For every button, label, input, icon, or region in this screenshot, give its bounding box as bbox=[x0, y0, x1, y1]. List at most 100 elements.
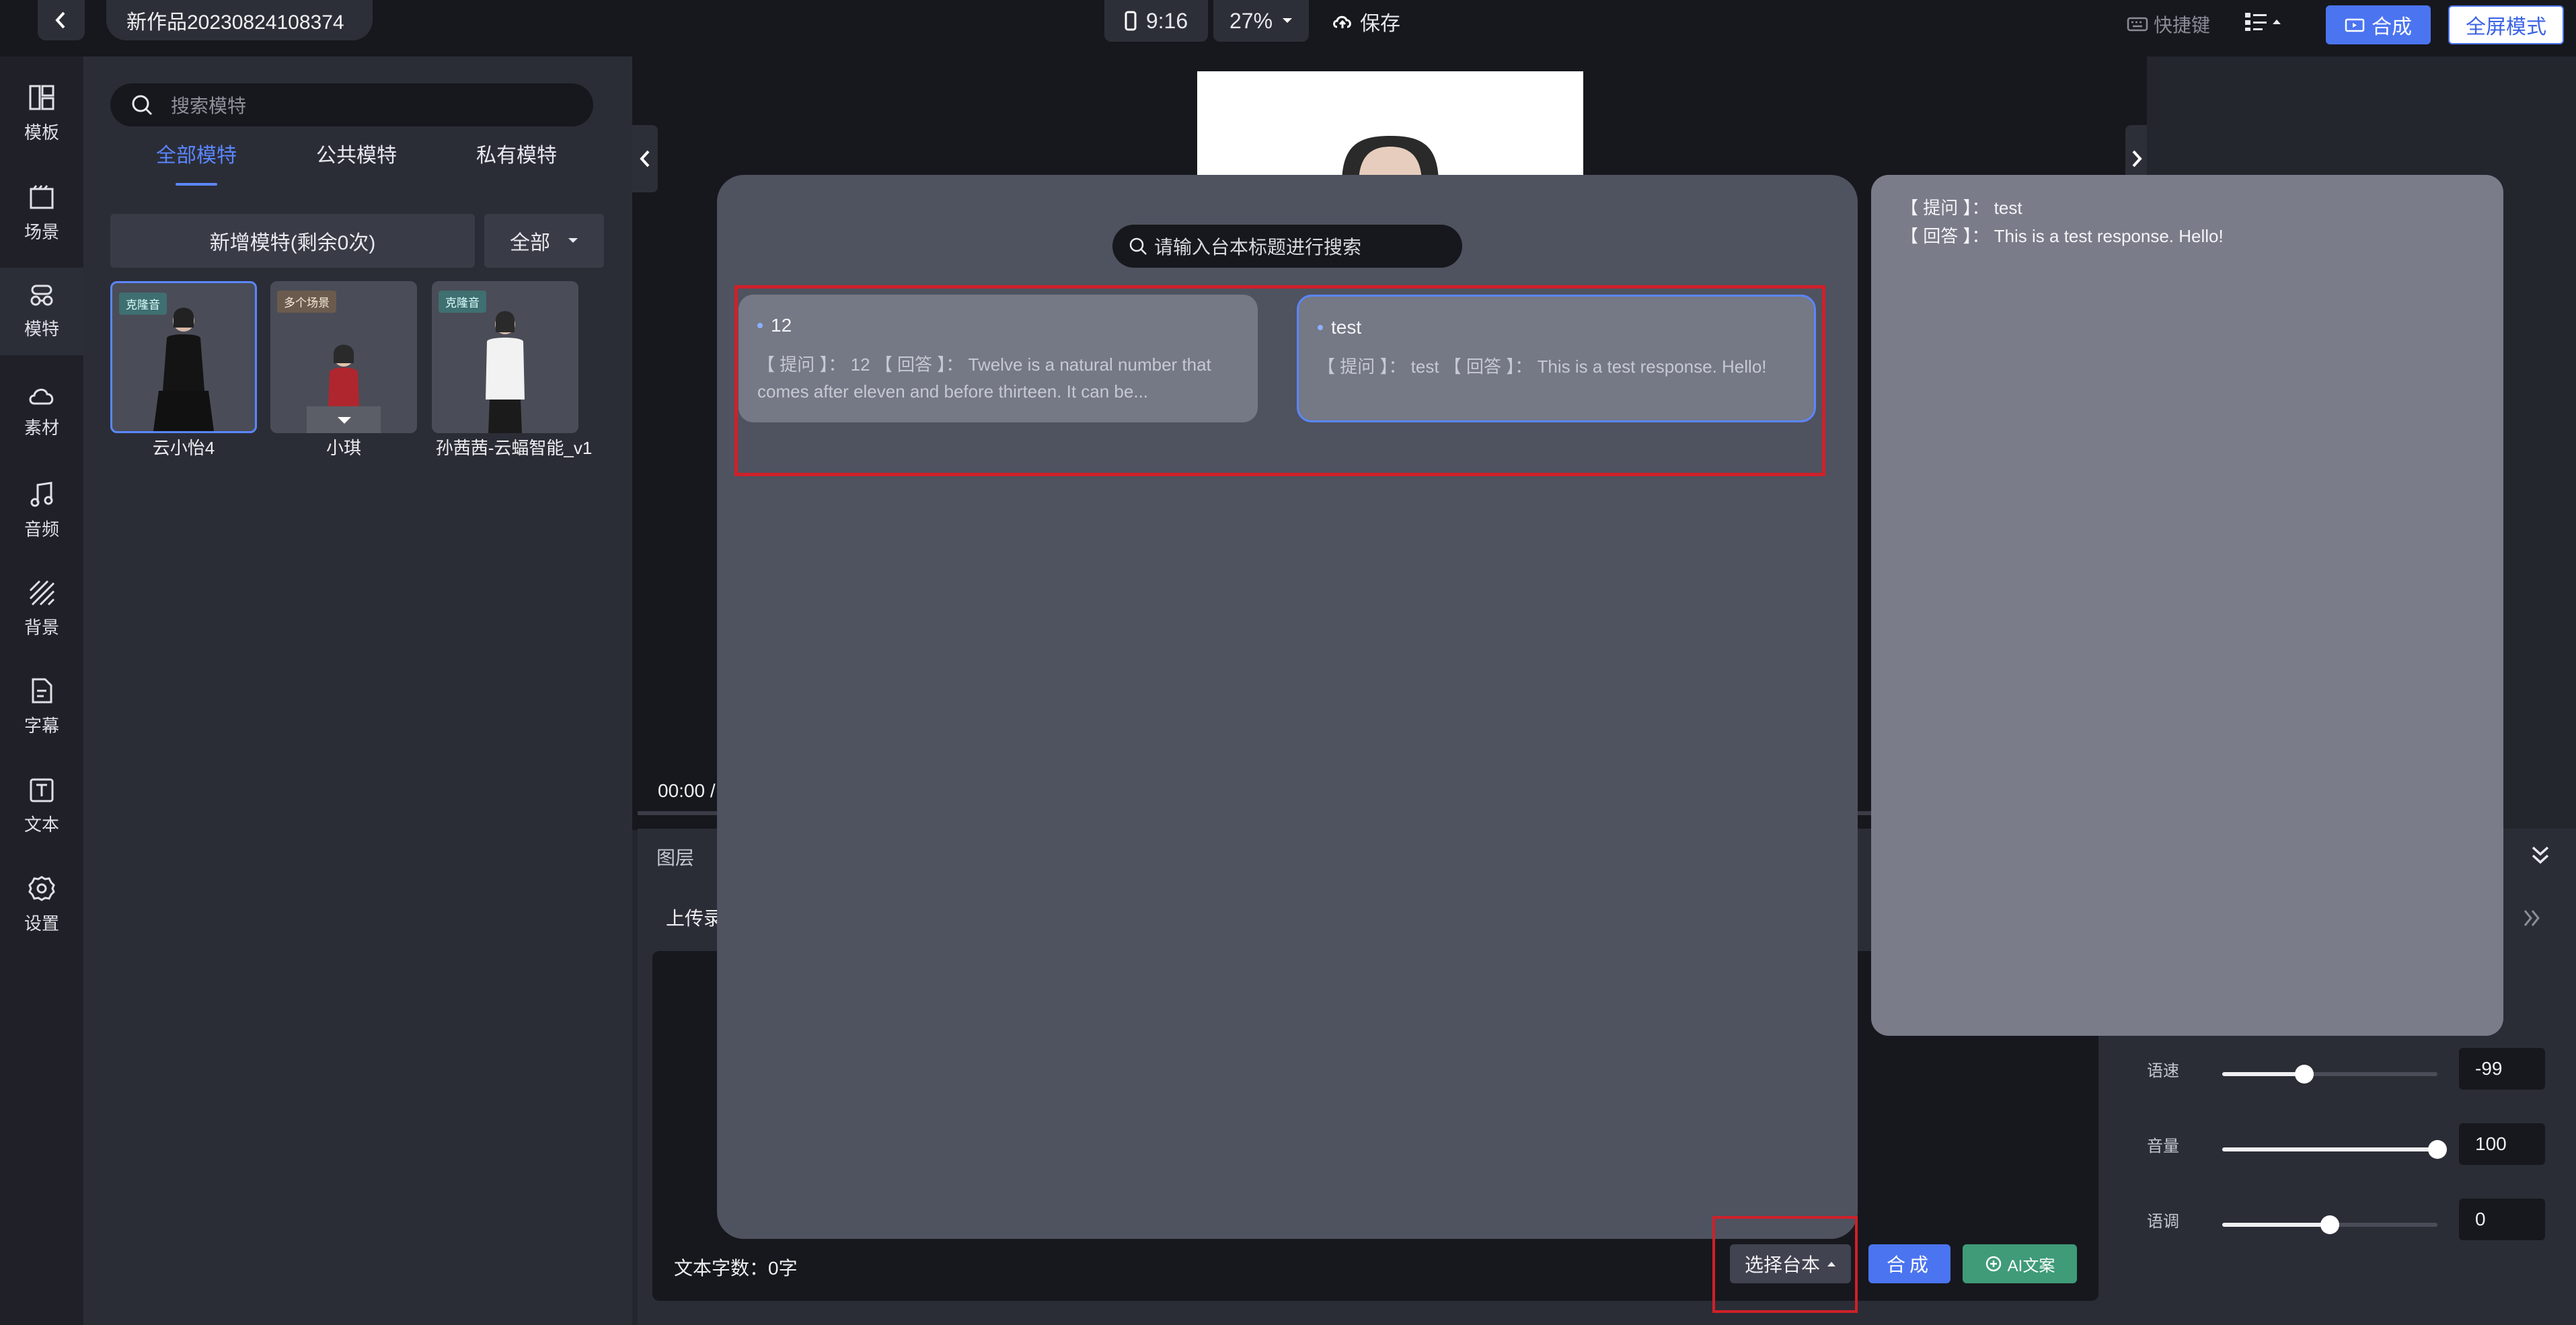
rail-label: 设置 bbox=[24, 913, 59, 934]
rail-item-model[interactable]: 模特 bbox=[0, 268, 83, 355]
preview-figure bbox=[1342, 136, 1439, 184]
slider-knob[interactable] bbox=[2294, 1065, 2314, 1084]
caret-down-icon bbox=[1283, 18, 1293, 23]
project-title-text: 新作品20230824108374 bbox=[126, 11, 344, 34]
chevron-right-icon bbox=[2132, 150, 2142, 167]
phone-icon bbox=[1125, 11, 1137, 31]
rail-item-settings[interactable]: 设置 bbox=[0, 861, 83, 948]
music-icon bbox=[30, 481, 53, 506]
expand-arrow-icon bbox=[338, 417, 351, 424]
chevron-left-icon bbox=[640, 150, 650, 167]
model-search-placeholder: 搜索模特 bbox=[171, 96, 247, 116]
background-icon bbox=[29, 580, 55, 605]
model-filter-value: 全部 bbox=[510, 232, 550, 254]
ai-spark-icon bbox=[1985, 1256, 2001, 1272]
double-chevron-down-icon[interactable] bbox=[2530, 845, 2550, 866]
compose-label: 合成 bbox=[1886, 1254, 1932, 1275]
rail-item-text[interactable]: 文本 bbox=[0, 763, 83, 850]
chevron-left-icon bbox=[55, 11, 65, 29]
ai-copy-button[interactable]: AI文案 bbox=[1963, 1244, 2077, 1283]
volume-value-input[interactable]: 100 bbox=[2459, 1123, 2545, 1165]
model-search-input[interactable]: 搜索模特 bbox=[110, 83, 593, 126]
slider-knob[interactable] bbox=[2428, 1140, 2447, 1159]
video-preview bbox=[1197, 71, 1583, 184]
rail-label: 素材 bbox=[24, 417, 59, 438]
tab-label: 全部模特 bbox=[156, 145, 237, 167]
model-card-3[interactable]: 克隆音 bbox=[432, 281, 578, 433]
add-model-button[interactable]: 新增模特(剩余0次) bbox=[110, 214, 475, 268]
speed-label: 语速 bbox=[2147, 1062, 2179, 1080]
rail-item-scene[interactable]: 场景 bbox=[0, 169, 83, 257]
rail-label: 背景 bbox=[24, 617, 59, 638]
save-button[interactable]: 保存 bbox=[1332, 7, 1400, 36]
char-count: 文本字数：0字 bbox=[674, 1258, 798, 1279]
rail-label: 模板 bbox=[24, 122, 59, 143]
model-card-1[interactable]: 克隆音 bbox=[110, 281, 257, 433]
rail-label: 音频 bbox=[24, 519, 59, 539]
rail-item-subtitle[interactable]: 字幕 bbox=[0, 663, 83, 751]
caret-up-icon bbox=[2273, 20, 2281, 24]
left-rail: 模板 场景 模特 素材 音频 背景 字幕 文本 设置 bbox=[0, 56, 83, 1325]
scene-icon bbox=[30, 184, 54, 209]
model-figure bbox=[153, 307, 214, 431]
volume-slider[interactable] bbox=[2222, 1140, 2447, 1159]
model-card-2[interactable]: 多个场景 bbox=[270, 281, 417, 433]
upload-label[interactable]: 上传录 bbox=[666, 904, 722, 931]
rail-label: 文本 bbox=[24, 814, 59, 835]
double-chevron-right-icon[interactable] bbox=[2522, 908, 2542, 928]
pitch-label: 语调 bbox=[2147, 1213, 2179, 1231]
speed-value-input[interactable]: -99 bbox=[2459, 1048, 2545, 1090]
model-badge: 多个场景 bbox=[277, 291, 336, 313]
caret-down-icon bbox=[568, 238, 578, 243]
search-icon bbox=[1129, 237, 1147, 255]
shortcut-label: 快捷键 bbox=[2154, 15, 2211, 36]
subtitle-icon bbox=[32, 678, 52, 703]
script-search-input[interactable]: 请输入台本标题进行搜索 bbox=[1112, 225, 1462, 268]
tab-label: 公共模特 bbox=[316, 145, 397, 167]
rail-item-audio[interactable]: 音频 bbox=[0, 467, 83, 554]
collapse-left-button[interactable] bbox=[632, 125, 658, 192]
aspect-ratio-selector[interactable]: 9:16 bbox=[1104, 0, 1208, 42]
rail-item-material[interactable]: 素材 bbox=[0, 367, 83, 455]
layout-list-icon bbox=[2245, 13, 2267, 31]
preview-line: 【 提问 】： test bbox=[1901, 198, 2022, 218]
video-icon bbox=[2345, 18, 2365, 32]
rail-label: 模特 bbox=[24, 318, 59, 339]
compose-top-button[interactable]: 合成 bbox=[2326, 5, 2431, 44]
highlight-box-choose bbox=[1712, 1216, 1858, 1313]
slider-fill bbox=[2222, 1147, 2437, 1151]
layers-label: 图层 bbox=[656, 847, 695, 868]
ai-copy-label: AI文案 bbox=[2007, 1256, 2055, 1275]
speed-slider[interactable] bbox=[2222, 1065, 2437, 1084]
preview-line: 【 回答 】： This is a test response. Hello! bbox=[1901, 226, 2224, 246]
pitch-slider[interactable] bbox=[2222, 1215, 2437, 1234]
layout-menu-button[interactable] bbox=[2244, 7, 2291, 36]
compose-top-label: 合成 bbox=[2372, 16, 2412, 38]
rail-label: 场景 bbox=[24, 221, 59, 242]
settings-icon bbox=[28, 875, 55, 901]
model-filter-select[interactable]: 全部 bbox=[484, 214, 604, 268]
model-icon bbox=[30, 285, 53, 305]
compose-button[interactable]: 合成 bbox=[1868, 1244, 1950, 1283]
tab-private-models[interactable]: 私有模特 bbox=[471, 139, 562, 186]
project-title[interactable]: 新作品20230824108374 bbox=[106, 0, 373, 40]
highlight-box-scripts bbox=[734, 285, 1825, 476]
fullscreen-button[interactable]: 全屏模式 bbox=[2448, 5, 2564, 44]
text-icon bbox=[30, 778, 54, 802]
cloud-icon bbox=[29, 388, 54, 404]
zoom-selector[interactable]: 27% bbox=[1213, 0, 1309, 42]
search-icon bbox=[132, 95, 153, 116]
model-name-3: 孙茜茜-云蝠智能_v1 bbox=[435, 438, 593, 458]
rail-item-background[interactable]: 背景 bbox=[0, 565, 83, 652]
tab-label: 私有模特 bbox=[476, 145, 557, 167]
model-figure bbox=[486, 311, 525, 433]
back-button[interactable] bbox=[38, 0, 85, 40]
slider-knob[interactable] bbox=[2320, 1215, 2339, 1234]
rail-item-template[interactable]: 模板 bbox=[0, 70, 83, 157]
add-model-label: 新增模特(剩余0次) bbox=[209, 232, 376, 254]
tab-public-models[interactable]: 公共模特 bbox=[311, 139, 402, 186]
zoom-value: 27% bbox=[1229, 8, 1273, 33]
shortcut-button[interactable]: 快捷键 bbox=[2127, 9, 2210, 39]
tab-all-models[interactable]: 全部模特 bbox=[151, 139, 242, 186]
pitch-value-input[interactable]: 0 bbox=[2459, 1199, 2545, 1240]
